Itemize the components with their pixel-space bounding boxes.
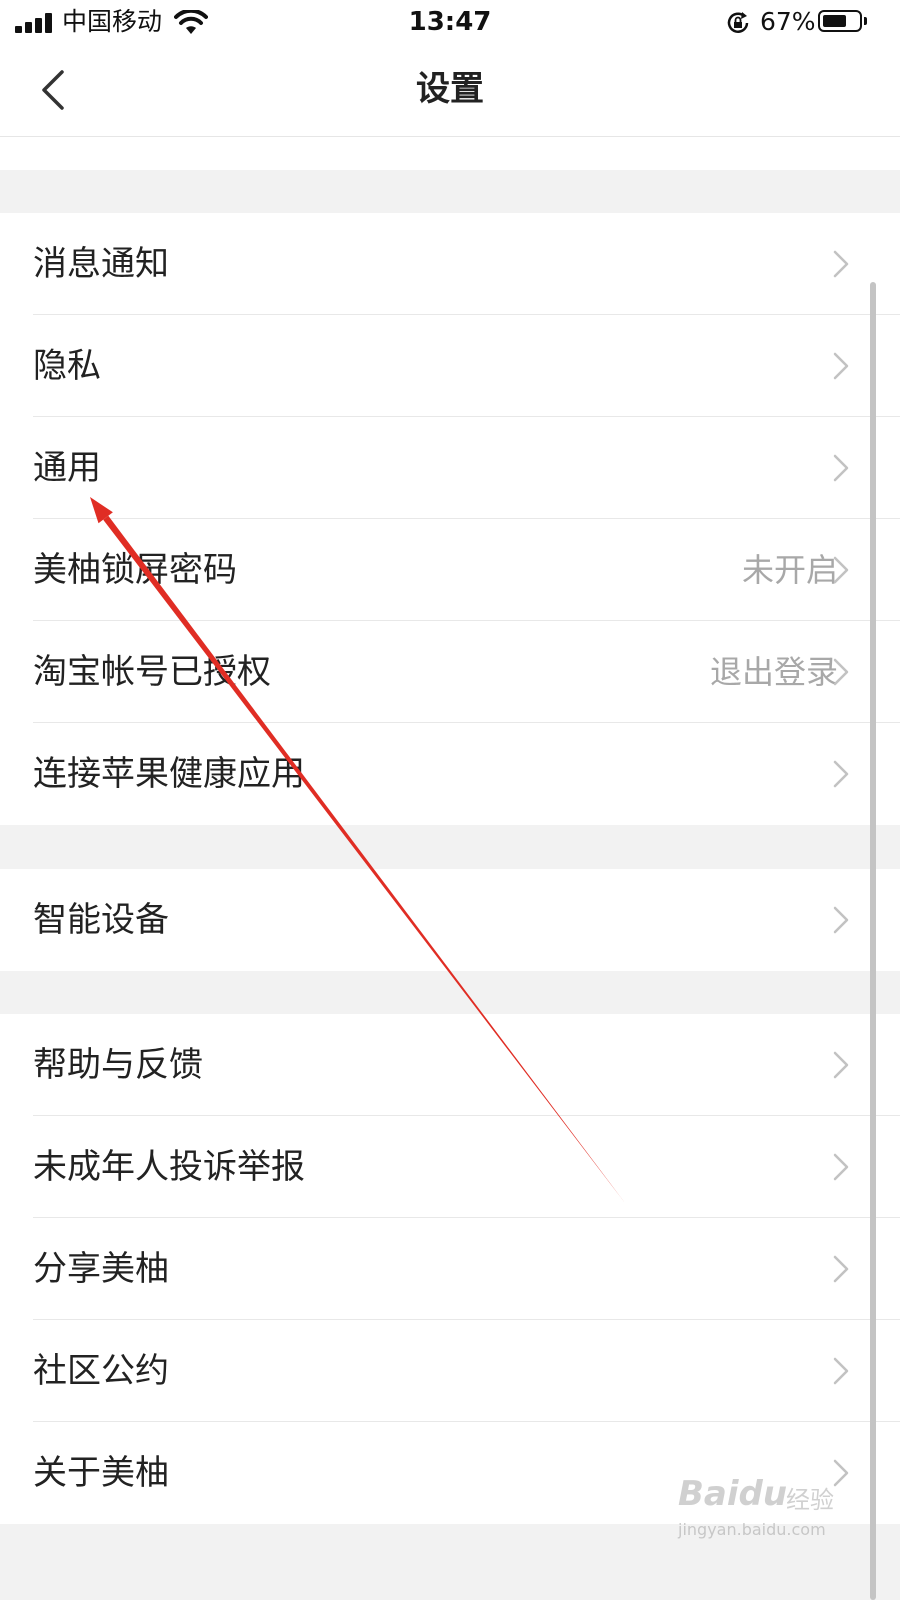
settings-row-label: 消息通知: [33, 244, 169, 284]
settings-row[interactable]: 淘宝帐号已授权 退出登录: [0, 621, 900, 723]
settings-row[interactable]: 智能设备: [0, 869, 900, 971]
status-bar: 中国移动 13:47 67%: [0, 0, 900, 44]
settings-row-label: 帮助与反馈: [33, 1045, 203, 1085]
settings-row-label: 隐私: [33, 346, 101, 386]
wifi-icon: [174, 10, 208, 34]
chevron-right-icon: [833, 556, 849, 584]
settings-row-label: 未成年人投诉举报: [33, 1147, 305, 1187]
chevron-right-icon: [833, 1153, 849, 1181]
settings-row-value: 未开启: [741, 551, 838, 589]
nav-bar: 设置: [0, 44, 900, 137]
scrollbar[interactable]: [870, 282, 876, 1600]
settings-row[interactable]: 连接苹果健康应用: [0, 723, 900, 825]
settings-row-label: 社区公约: [33, 1351, 169, 1391]
chevron-right-icon: [833, 352, 849, 380]
settings-row[interactable]: 社区公约: [0, 1320, 900, 1422]
clock-time: 13:47: [408, 7, 492, 37]
settings-group-about: 帮助与反馈未成年人投诉举报 分享美柚社区公约关于美柚: [0, 1014, 900, 1524]
battery-percentage: 67%: [760, 7, 816, 36]
rotation-lock-icon: [727, 12, 749, 33]
chevron-right-icon: [833, 906, 849, 934]
watermark-url: jingyan.baidu.com: [678, 1520, 826, 1539]
signal-icon: [15, 13, 53, 33]
watermark-logo: Baidu: [678, 1474, 788, 1514]
settings-row-label: 淘宝帐号已授权: [33, 652, 271, 692]
settings-row-label: 智能设备: [33, 900, 169, 940]
chevron-right-icon: [833, 250, 849, 278]
chevron-right-icon: [833, 1357, 849, 1385]
carrier-name: 中国移动: [62, 7, 163, 36]
settings-row-label: 通用: [33, 448, 101, 488]
chevron-right-icon: [833, 658, 849, 686]
settings-row[interactable]: 通用: [0, 417, 900, 519]
battery-tip: [864, 17, 867, 25]
settings-row[interactable]: 消息通知: [0, 213, 900, 315]
settings-row[interactable]: 隐私: [0, 315, 900, 417]
chevron-right-icon: [833, 1255, 849, 1283]
battery-icon: [818, 10, 862, 32]
chevron-right-icon: [833, 760, 849, 788]
settings-row-label: 关于美柚: [33, 1453, 169, 1493]
settings-row[interactable]: 帮助与反馈: [0, 1014, 900, 1116]
settings-row[interactable]: 美柚锁屏密码 未开启: [0, 519, 900, 621]
settings-row[interactable]: 分享美柚: [0, 1218, 900, 1320]
settings-row-label: 美柚锁屏密码: [33, 550, 237, 590]
page-title: 设置: [416, 69, 484, 109]
settings-row-label: 连接苹果健康应用: [33, 754, 305, 794]
chevron-right-icon: [833, 454, 849, 482]
settings-group-devices: 智能设备: [0, 869, 900, 971]
battery-level-fill: [823, 15, 846, 27]
baidu-watermark: Baidu 经验 jingyan.baidu.com: [676, 1470, 866, 1550]
settings-row-value: 退出登录: [709, 653, 838, 691]
watermark-text: 经验: [786, 1486, 834, 1514]
settings-group-general: 消息通知隐私通用美柚锁屏密码 未开启淘宝帐号已授权 退出登录连接苹果健康应用: [0, 213, 900, 825]
chevron-right-icon: [833, 1051, 849, 1079]
header-spacer: [0, 137, 900, 170]
settings-row[interactable]: 未成年人投诉举报: [0, 1116, 900, 1218]
settings-row-label: 分享美柚: [33, 1249, 169, 1289]
